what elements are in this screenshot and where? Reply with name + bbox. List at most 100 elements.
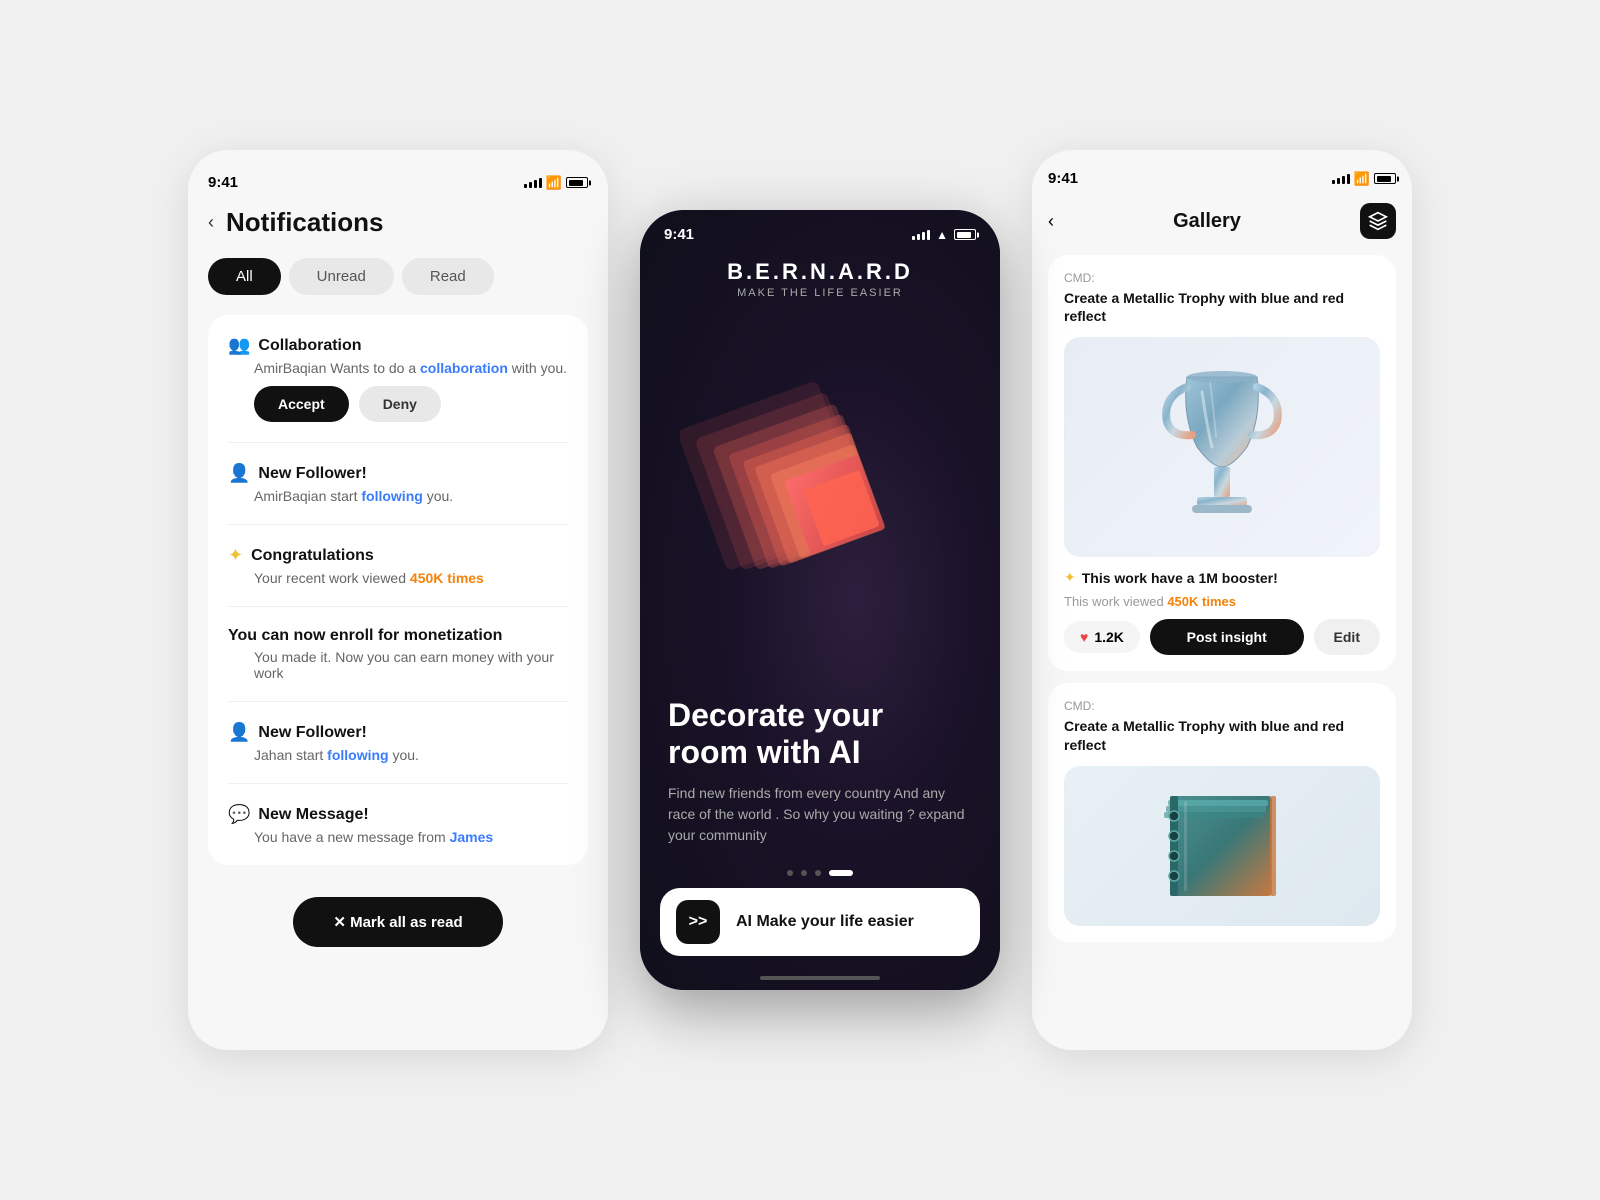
booster-text: This work have a 1M booster! xyxy=(1082,570,1278,586)
booster-row: ✦ This work have a 1M booster! xyxy=(1064,569,1380,586)
back-button-right[interactable]: ‹ xyxy=(1048,211,1054,232)
back-button-left[interactable]: ‹ xyxy=(208,212,214,233)
follower2-title: New Follower! xyxy=(258,724,366,742)
views-count: 450K times xyxy=(1167,594,1236,609)
monetize-title: You can now enroll for monetization xyxy=(228,627,502,645)
notif-collaboration: 👥 Collaboration AmirBaqian Wants to do a… xyxy=(228,335,568,422)
filter-tabs: All Unread Read xyxy=(208,258,588,295)
hero-text-area: Decorate your room with AI Find new frie… xyxy=(640,697,1000,858)
views-row: This work viewed 450K times xyxy=(1064,594,1380,609)
dot-3 xyxy=(815,870,821,876)
msg-link: James xyxy=(450,829,494,845)
msg-prefix: You have a new message from xyxy=(254,829,450,845)
status-icons-left: 📶 xyxy=(524,175,588,191)
hero-headline: Decorate your room with AI xyxy=(668,697,972,771)
congrats-desc: Your recent work viewed 450K times xyxy=(254,570,568,586)
brand-tagline: MAKE THE LIFE EASIER xyxy=(664,287,976,299)
post-insight-button[interactable]: Post insight xyxy=(1150,619,1304,655)
right-signal-icon xyxy=(1332,174,1350,184)
notif-header: 👤 New Follower! xyxy=(228,463,568,484)
center-signal-icon xyxy=(912,230,930,240)
notif-follower2: 👤 New Follower! Jahan start following yo… xyxy=(228,722,568,763)
gallery-card-2: CMD: Create a Metallic Trophy with blue … xyxy=(1048,683,1396,941)
views-prefix: This work viewed xyxy=(1064,594,1167,609)
wifi-icon: 📶 xyxy=(546,175,562,191)
trophy-image-1 xyxy=(1064,337,1380,557)
message-title: New Message! xyxy=(258,806,368,824)
congrats-icon: ✦ xyxy=(228,545,243,566)
cg-prefix: Your recent work viewed xyxy=(254,570,410,586)
dots-indicator xyxy=(640,858,1000,888)
geometric-art xyxy=(680,358,960,638)
tab-unread[interactable]: Unread xyxy=(289,258,394,295)
divider-3 xyxy=(228,606,568,607)
status-time-right: 9:41 xyxy=(1048,170,1078,187)
hero-image xyxy=(640,299,1000,697)
notif-header: 👤 New Follower! xyxy=(228,722,568,743)
accept-button[interactable]: Accept xyxy=(254,386,349,422)
booster-star: ✦ xyxy=(1064,569,1076,586)
notifications-card: 👥 Collaboration AmirBaqian Wants to do a… xyxy=(208,315,588,865)
f2-suffix: you. xyxy=(389,747,419,763)
f2-link: following xyxy=(327,747,388,763)
center-content: 9:41 ▲ B.E.R.N.A.R.D MAKE THE LIFE EASIE… xyxy=(640,210,1000,990)
gallery-title: Gallery xyxy=(1173,210,1241,233)
status-bar-right: 9:41 📶 xyxy=(1048,170,1396,187)
f2-prefix: Jahan start xyxy=(254,747,327,763)
cg-link: 450K times xyxy=(410,570,484,586)
dot-2 xyxy=(801,870,807,876)
tab-read[interactable]: Read xyxy=(402,258,494,295)
collab-link: collaboration xyxy=(420,360,508,376)
divider-1 xyxy=(228,442,568,443)
collab-title: Collaboration xyxy=(258,337,361,355)
collab-desc-prefix: AmirBaqian Wants to do a xyxy=(254,360,420,376)
mark-all-read-button[interactable]: ✕ Mark all as read xyxy=(293,897,502,947)
gallery-card-1: CMD: Create a Metallic Trophy with blue … xyxy=(1048,255,1396,671)
center-status-time: 9:41 xyxy=(664,226,694,243)
follower1-desc: AmirBaqian start following you. xyxy=(254,488,568,504)
center-brand: B.E.R.N.A.R.D MAKE THE LIFE EASIER xyxy=(640,243,1000,299)
collab-desc: AmirBaqian Wants to do a collaboration w… xyxy=(254,360,568,376)
notif-header: You can now enroll for monetization xyxy=(228,627,568,645)
notif-follower1: 👤 New Follower! AmirBaqian start followi… xyxy=(228,463,568,504)
message-icon: 💬 xyxy=(228,804,250,825)
dot-1 xyxy=(787,870,793,876)
trophy-svg xyxy=(1142,357,1302,537)
cta-button[interactable]: >> AI Make your life easier xyxy=(660,888,980,956)
book-svg xyxy=(1142,776,1302,916)
edit-button[interactable]: Edit xyxy=(1314,619,1380,655)
deny-button[interactable]: Deny xyxy=(359,386,441,422)
monetize-desc: You made it. Now you can earn money with… xyxy=(254,649,568,681)
brand-name: B.E.R.N.A.R.D xyxy=(664,259,976,285)
center-battery-icon xyxy=(954,229,976,240)
notif-monetize: You can now enroll for monetization You … xyxy=(228,627,568,681)
cmd-desc-1: Create a Metallic Trophy with blue and r… xyxy=(1064,289,1380,325)
hero-subtext: Find new friends from every country And … xyxy=(668,783,972,846)
dot-4-active xyxy=(829,870,853,876)
notif-congrats: ✦ Congratulations Your recent work viewe… xyxy=(228,545,568,586)
follower1-title: New Follower! xyxy=(258,465,366,483)
center-phone: 9:41 ▲ B.E.R.N.A.R.D MAKE THE LIFE EASIE… xyxy=(640,210,1000,990)
tab-all[interactable]: All xyxy=(208,258,281,295)
f1-suffix: you. xyxy=(423,488,453,504)
right-wifi-icon: 📶 xyxy=(1354,171,1370,187)
home-indicator xyxy=(760,976,880,980)
status-icons-right: 📶 xyxy=(1332,171,1396,187)
notif-header: 💬 New Message! xyxy=(228,804,568,825)
cmd-label-2: CMD: xyxy=(1064,699,1380,713)
gallery-phone: 9:41 📶 ‹ Gallery CMD: Create a Metallic … xyxy=(1032,150,1412,1050)
cube-button[interactable] xyxy=(1360,203,1396,239)
cmd-desc-2: Create a Metallic Trophy with blue and r… xyxy=(1064,717,1380,753)
collab-icon: 👥 xyxy=(228,335,250,356)
center-status-bar: 9:41 ▲ xyxy=(640,210,1000,243)
notif-message: 💬 New Message! You have a new message fr… xyxy=(228,804,568,845)
like-badge: ♥ 1.2K xyxy=(1064,621,1140,653)
follower2-icon: 👤 xyxy=(228,722,250,743)
f1-prefix: AmirBaqian start xyxy=(254,488,361,504)
notifications-phone: 9:41 📶 ‹ Notifications All Unread Read 👥… xyxy=(188,150,608,1050)
card-footer: ♥ 1.2K Post insight Edit xyxy=(1064,619,1380,655)
mn-prefix: You made it. Now you can earn money with… xyxy=(254,649,554,681)
battery-icon xyxy=(566,177,588,188)
like-count: 1.2K xyxy=(1094,629,1124,645)
divider-5 xyxy=(228,783,568,784)
